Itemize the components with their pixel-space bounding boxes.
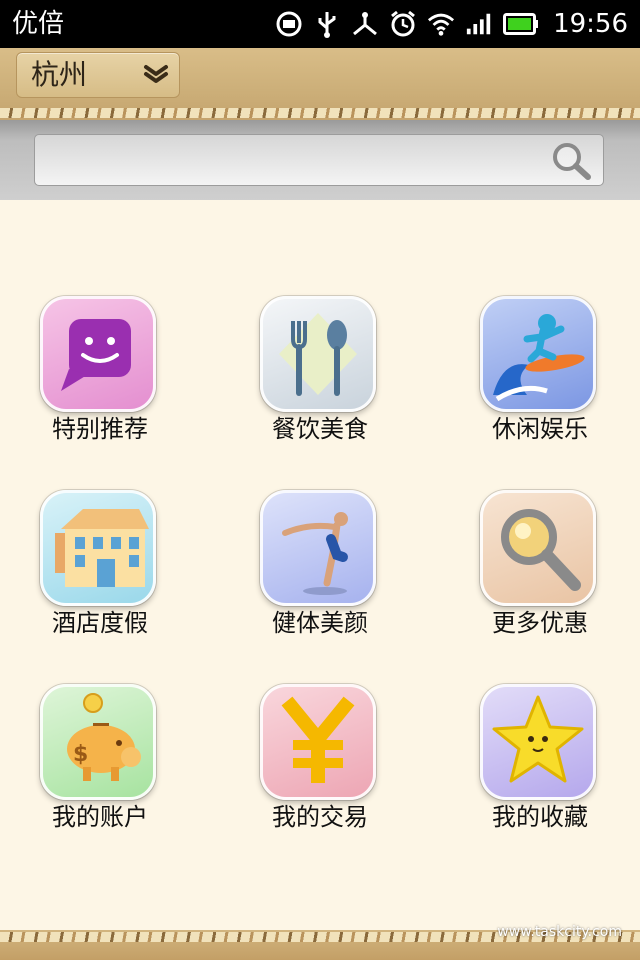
app-name: 优倍 <box>12 9 65 39</box>
grid-item-more-deals[interactable]: 更多优惠 <box>440 490 600 650</box>
hotel-icon <box>40 490 156 606</box>
grid-item-label: 休闲娱乐 <box>492 415 588 443</box>
fork-spoon-icon <box>260 296 376 412</box>
grid-item-fitness[interactable]: 健体美颜 <box>220 490 380 650</box>
grid-item-account[interactable]: $ 我的账户 <box>0 684 160 844</box>
svg-text:$: $ <box>73 742 88 767</box>
search-input[interactable] <box>34 134 604 186</box>
chevron-down-icon <box>143 63 169 85</box>
star-icon <box>480 684 596 800</box>
battery-icon <box>503 10 539 38</box>
signal-icon <box>465 10 493 38</box>
grid-item-label: 我的账户 <box>52 803 148 831</box>
stitch-divider <box>0 108 640 118</box>
grid-item-special[interactable]: 特别推荐 <box>0 296 160 456</box>
grid-item-label: 更多优惠 <box>492 609 588 637</box>
category-grid: 特别推荐 餐饮美食 休闲娱乐 酒店度假 健体美颜 更多优惠 $ 我的账户 我的交… <box>0 200 640 930</box>
search-icon[interactable] <box>548 140 594 182</box>
status-bar: 优倍 19:56 <box>0 0 640 48</box>
city-label: 杭州 <box>31 58 88 91</box>
yuan-icon <box>260 684 376 800</box>
surfer-icon <box>480 296 596 412</box>
search-bar <box>0 120 640 200</box>
grid-item-dining[interactable]: 餐饮美食 <box>220 296 380 456</box>
grid-item-leisure[interactable]: 休闲娱乐 <box>440 296 600 456</box>
grid-item-label: 酒店度假 <box>52 609 148 637</box>
alarm-icon <box>389 10 417 38</box>
grid-item-label: 特别推荐 <box>52 415 148 443</box>
wifi-icon <box>427 10 455 38</box>
yoga-icon <box>260 490 376 606</box>
usb-icon <box>313 10 341 38</box>
grid-item-label: 餐饮美食 <box>272 415 368 443</box>
clock: 19:56 <box>553 9 628 39</box>
grid-item-transactions[interactable]: 我的交易 <box>220 684 380 844</box>
smiley-chat-icon <box>40 296 156 412</box>
grid-item-label: 我的收藏 <box>492 803 588 831</box>
grid-item-label: 我的交易 <box>272 803 368 831</box>
header-bar: 杭州 <box>0 48 640 120</box>
notification-icon <box>275 10 303 38</box>
city-selector[interactable]: 杭州 <box>16 52 180 98</box>
debug-icon <box>351 10 379 38</box>
grid-item-hotel[interactable]: 酒店度假 <box>0 490 160 650</box>
grid-item-favorites[interactable]: 我的收藏 <box>440 684 600 844</box>
magnifier-icon <box>480 490 596 606</box>
piggy-bank-icon: $ <box>40 684 156 800</box>
watermark: www.taskcity.com <box>497 924 622 940</box>
status-icons: 19:56 <box>275 6 628 42</box>
grid-item-label: 健体美颜 <box>272 609 368 637</box>
